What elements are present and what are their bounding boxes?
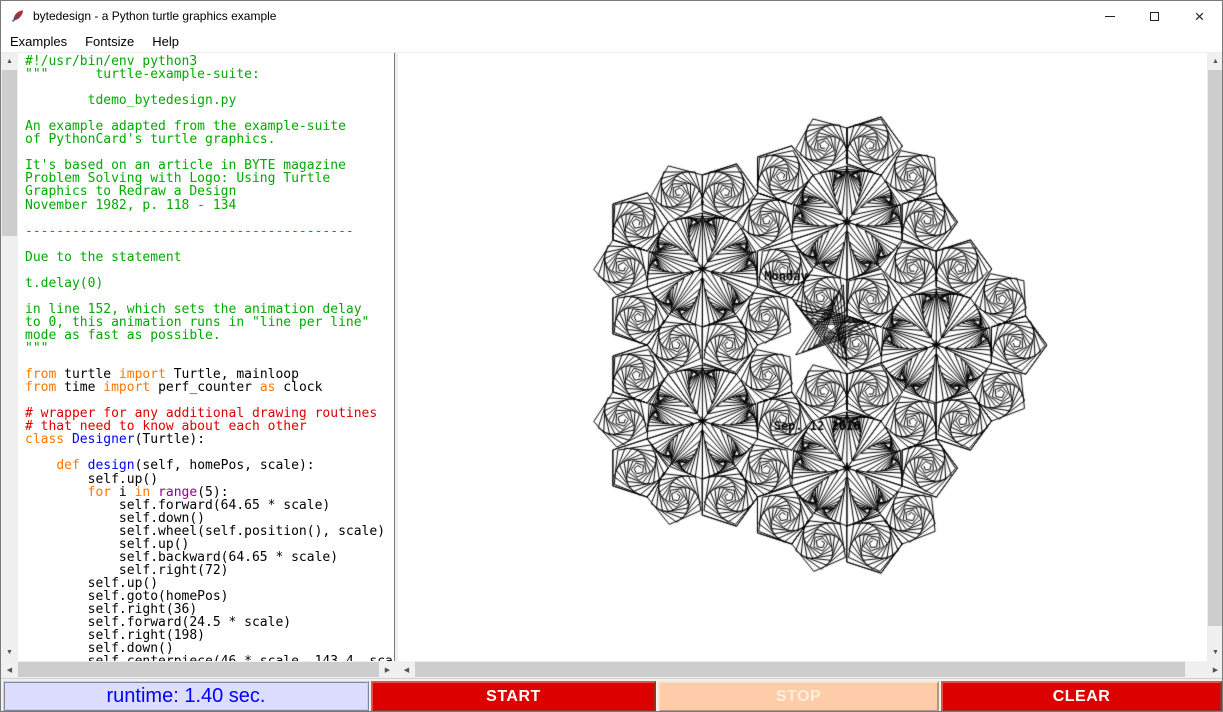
close-button[interactable]: × — [1177, 1, 1222, 31]
code-vscrollbar[interactable]: ▲ ▼ — [1, 53, 18, 661]
scroll-right-icon[interactable]: ▶ — [379, 661, 396, 678]
window-controls: × — [1087, 1, 1222, 31]
scroll-right-icon[interactable]: ▶ — [1207, 661, 1223, 678]
title-bar: bytedesign - a Python turtle graphics ex… — [1, 1, 1222, 31]
menu-fontsize[interactable]: Fontsize — [76, 32, 143, 51]
menu-examples[interactable]: Examples — [1, 32, 76, 51]
code-area[interactable]: #!/usr/bin/env python3""" turtle-example… — [18, 53, 395, 661]
canvas-panel — [398, 53, 1207, 661]
code-vscroll-thumb[interactable] — [2, 70, 17, 236]
clear-button[interactable]: CLEAR — [941, 681, 1222, 712]
stop-button[interactable]: STOP — [658, 681, 939, 712]
scroll-left-icon[interactable]: ◀ — [1, 661, 18, 678]
app-window: bytedesign - a Python turtle graphics ex… — [0, 0, 1223, 712]
menu-bar: Examples Fontsize Help — [1, 31, 1222, 53]
scroll-up-icon[interactable]: ▲ — [1, 53, 18, 70]
code-line: of PythonCard's turtle graphics. — [25, 133, 394, 146]
code-line: ----------------------------------------… — [25, 225, 394, 238]
canvas-hscroll-thumb[interactable] — [415, 662, 1185, 677]
code-line: """ — [25, 342, 394, 355]
canvas-vscrollbar[interactable]: ▲ ▼ — [1207, 53, 1223, 661]
canvas-hscrollbar[interactable]: ◀ ▶ — [398, 661, 1223, 678]
minimize-icon — [1105, 16, 1115, 17]
start-button[interactable]: START — [371, 681, 656, 712]
canvas-vscroll-thumb[interactable] — [1208, 70, 1223, 626]
runtime-label: runtime: 1.40 sec. — [3, 681, 369, 711]
code-line: """ turtle-example-suite: — [25, 68, 394, 81]
main-area: ▲ ▼ #!/usr/bin/env python3""" turtle-exa… — [1, 53, 1223, 661]
menu-help[interactable]: Help — [143, 32, 188, 51]
code-line: from time import perf_counter as clock — [25, 381, 394, 394]
code-hscroll-thumb[interactable] — [18, 662, 379, 677]
code-hscrollbar[interactable]: ◀ ▶ — [1, 661, 396, 678]
window-title: bytedesign - a Python turtle graphics ex… — [33, 9, 276, 23]
code-line: t.delay(0) — [25, 277, 394, 290]
hscroll-row: ◀ ▶ ◀ ▶ — [1, 661, 1223, 678]
maximize-icon — [1150, 12, 1159, 21]
code-line: tdemo_bytedesign.py — [25, 94, 394, 107]
code-line: Due to the statement — [25, 251, 394, 264]
minimize-button[interactable] — [1087, 1, 1132, 31]
code-line: November 1982, p. 118 - 134 — [25, 199, 394, 212]
code-line: mode as fast as possible. — [25, 329, 394, 342]
code-line: class Designer(Turtle): — [25, 433, 394, 446]
scroll-down-icon[interactable]: ▼ — [1207, 644, 1223, 661]
status-bar: runtime: 1.40 sec. START STOP CLEAR — [1, 678, 1223, 712]
scroll-left-icon[interactable]: ◀ — [398, 661, 415, 678]
maximize-button[interactable] — [1132, 1, 1177, 31]
app-icon — [10, 8, 26, 24]
scroll-down-icon[interactable]: ▼ — [1, 644, 18, 661]
scroll-up-icon[interactable]: ▲ — [1207, 53, 1223, 70]
close-icon: × — [1195, 8, 1205, 25]
turtle-canvas[interactable] — [398, 53, 1207, 661]
